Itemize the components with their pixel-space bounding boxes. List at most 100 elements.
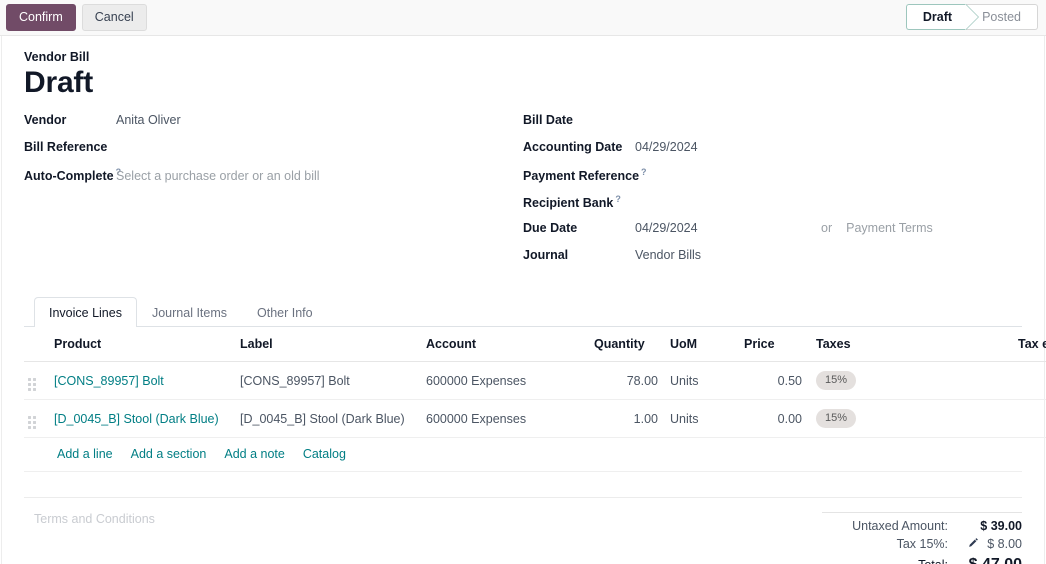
catalog-button[interactable]: Catalog bbox=[303, 447, 346, 461]
row-price[interactable]: 0.00 bbox=[740, 399, 806, 438]
tab-invoice-lines[interactable]: Invoice Lines bbox=[34, 297, 137, 327]
field-payment-reference: Payment Reference? bbox=[523, 167, 1022, 194]
recipient-bank-label: Recipient Bank? bbox=[523, 194, 635, 210]
accounting-date-value[interactable]: 04/29/2024 bbox=[635, 140, 1022, 154]
due-date-label: Due Date bbox=[523, 221, 578, 235]
tax-badge[interactable]: 15% bbox=[816, 371, 857, 390]
row-label[interactable]: [D_0045_B] Stool (Dark Blue) bbox=[236, 399, 422, 438]
row-product[interactable]: [D_0045_B] Stool (Dark Blue) bbox=[50, 399, 236, 438]
field-recipient-bank: Recipient Bank? bbox=[523, 194, 1022, 221]
row-drag-handle-cell bbox=[24, 361, 50, 400]
drag-handle-icon[interactable] bbox=[28, 416, 36, 429]
row-uom[interactable]: Units bbox=[662, 399, 740, 438]
notebook-tabs: Invoice Lines Journal Items Other Info bbox=[24, 297, 1022, 327]
table-body: [CONS_89957] Bolt [CONS_89957] Bolt 6000… bbox=[24, 361, 1046, 438]
payment-terms-input[interactable]: Payment Terms bbox=[846, 221, 933, 235]
help-tooltip-icon[interactable]: ? bbox=[641, 167, 647, 177]
recipient-bank-label-text: Recipient Bank bbox=[523, 196, 614, 211]
tax-amount-value: $ 8.00 bbox=[987, 537, 1022, 551]
due-date-row: 04/29/2024 or Payment Terms bbox=[635, 221, 1022, 235]
total-row-untaxed: Untaxed Amount: $ 39.00 bbox=[822, 519, 1022, 533]
vendor-label: Vendor bbox=[24, 113, 67, 127]
vendor-value[interactable]: Anita Oliver bbox=[116, 113, 523, 127]
row-product-link[interactable]: [CONS_89957] Bolt bbox=[54, 374, 164, 388]
row-subtotal: $ 39.00 bbox=[1014, 361, 1046, 400]
tab-other-info[interactable]: Other Info bbox=[242, 297, 328, 327]
status-draft-label: Draft bbox=[922, 10, 953, 24]
auto-complete-label: Auto-Complete? bbox=[24, 167, 121, 183]
tax-badge[interactable]: 15% bbox=[816, 409, 857, 428]
untaxed-amount-label: Untaxed Amount: bbox=[852, 519, 948, 533]
row-quantity[interactable]: 1.00 bbox=[590, 399, 662, 438]
terms-and-conditions-input[interactable]: Terms and Conditions bbox=[24, 512, 822, 526]
table-row[interactable]: [CONS_89957] Bolt [CONS_89957] Bolt 6000… bbox=[24, 361, 1046, 400]
row-price[interactable]: 0.50 bbox=[740, 361, 806, 400]
row-uom[interactable]: Units bbox=[662, 361, 740, 400]
field-vendor: Vendor Anita Oliver bbox=[24, 113, 523, 140]
row-product[interactable]: [CONS_89957] Bolt bbox=[50, 361, 236, 400]
total-value: $ 47.00 bbox=[948, 556, 1022, 564]
payment-reference-label-text: Payment Reference bbox=[523, 169, 640, 184]
th-quantity[interactable]: Quantity bbox=[590, 327, 662, 362]
th-label[interactable]: Label bbox=[236, 327, 422, 362]
right-field-column: Bill Date Accounting Date 04/29/2024 Pay… bbox=[523, 113, 1022, 275]
th-price[interactable]: Price bbox=[740, 327, 806, 362]
journal-value[interactable]: Vendor Bills bbox=[635, 248, 1022, 262]
auto-complete-input[interactable]: Select a purchase order or an old bill bbox=[116, 169, 523, 183]
field-auto-complete: Auto-Complete? Select a purchase order o… bbox=[24, 167, 523, 194]
th-product[interactable]: Product bbox=[50, 327, 236, 362]
row-taxes[interactable]: 15% bbox=[806, 361, 1014, 400]
bill-date-label: Bill Date bbox=[523, 113, 574, 127]
accounting-date-label: Accounting Date bbox=[523, 140, 623, 154]
record-sheet: Vendor Bill Draft Vendor Anita Oliver Bi… bbox=[1, 36, 1046, 564]
edit-pencil-icon[interactable] bbox=[968, 538, 982, 551]
table-row[interactable]: [D_0045_B] Stool (Dark Blue) [D_0045_B] … bbox=[24, 399, 1046, 438]
add-a-note-button[interactable]: Add a note bbox=[224, 447, 284, 461]
add-a-section-button[interactable]: Add a section bbox=[131, 447, 207, 461]
status-posted-label: Posted bbox=[982, 10, 1021, 24]
sheet-footer: Terms and Conditions Untaxed Amount: $ 3… bbox=[24, 498, 1022, 564]
th-handle bbox=[24, 327, 50, 362]
drag-handle-icon[interactable] bbox=[28, 378, 36, 391]
record-type-label: Vendor Bill bbox=[24, 50, 90, 64]
th-taxes[interactable]: Taxes bbox=[806, 327, 1014, 362]
total-label: Total: bbox=[918, 558, 948, 564]
field-bill-reference: Bill Reference bbox=[24, 140, 523, 167]
help-tooltip-icon[interactable]: ? bbox=[615, 194, 621, 204]
field-journal: Journal Vendor Bills bbox=[523, 248, 1022, 275]
left-field-column: Vendor Anita Oliver Bill Reference Auto-… bbox=[24, 113, 523, 275]
field-due-date: Due Date 04/29/2024 or Payment Terms bbox=[523, 221, 1022, 248]
add-a-line-button[interactable]: Add a line bbox=[57, 447, 113, 461]
row-quantity[interactable]: 78.00 bbox=[590, 361, 662, 400]
totals-panel: Untaxed Amount: $ 39.00 Tax 15%: $ 8.00 … bbox=[822, 512, 1022, 564]
th-tax-excl[interactable]: Tax excl. bbox=[1014, 327, 1046, 362]
row-account[interactable]: 600000 Expenses bbox=[422, 399, 590, 438]
notebook: Invoice Lines Journal Items Other Info P… bbox=[24, 297, 1046, 498]
row-drag-handle-cell bbox=[24, 399, 50, 438]
tax-value-wrapper: $ 8.00 bbox=[948, 537, 1022, 551]
row-product-link[interactable]: [D_0045_B] Stool (Dark Blue) bbox=[54, 412, 219, 426]
tab-journal-items[interactable]: Journal Items bbox=[137, 297, 242, 327]
invoice-lines-table: Product Label Account Quantity UoM Price… bbox=[24, 327, 1046, 438]
th-account[interactable]: Account bbox=[422, 327, 590, 362]
row-taxes[interactable]: 15% bbox=[806, 399, 1014, 438]
total-row-grand: Total: $ 47.00 bbox=[822, 556, 1022, 564]
cancel-button[interactable]: Cancel bbox=[81, 3, 147, 32]
row-label[interactable]: [CONS_89957] Bolt bbox=[236, 361, 422, 400]
total-row-tax: Tax 15%: $ 8.00 bbox=[822, 537, 1022, 551]
untaxed-amount-value: $ 39.00 bbox=[980, 519, 1022, 533]
journal-label: Journal bbox=[523, 248, 569, 262]
due-date-or-separator: or bbox=[821, 221, 833, 235]
table-header-row: Product Label Account Quantity UoM Price… bbox=[24, 327, 1046, 362]
due-date-value[interactable]: 04/29/2024 bbox=[635, 221, 821, 235]
status-draft[interactable]: Draft bbox=[905, 4, 980, 30]
field-accounting-date: Accounting Date 04/29/2024 bbox=[523, 140, 1022, 167]
add-row-links: Add a line Add a section Add a note Cata… bbox=[24, 438, 1022, 472]
page-title: Draft bbox=[24, 66, 94, 99]
field-bill-date: Bill Date bbox=[523, 113, 1022, 140]
confirm-button[interactable]: Confirm bbox=[6, 3, 76, 32]
bill-reference-label: Bill Reference bbox=[24, 140, 108, 154]
row-account[interactable]: 600000 Expenses bbox=[422, 361, 590, 400]
control-panel: Confirm Cancel Draft Posted bbox=[0, 0, 1046, 36]
th-uom[interactable]: UoM bbox=[662, 327, 740, 362]
